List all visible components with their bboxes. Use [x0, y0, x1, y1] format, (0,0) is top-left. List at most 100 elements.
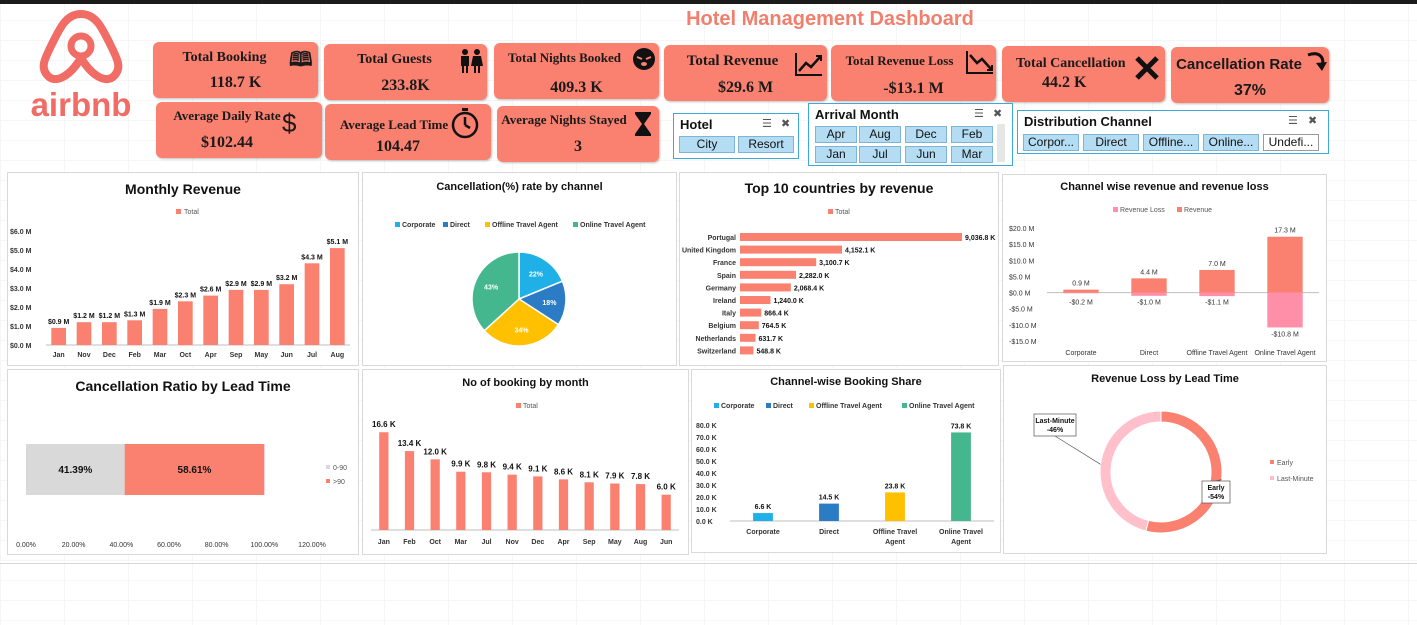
legend-swatch [326, 465, 330, 469]
y-tick-label: 30.0 K [696, 483, 717, 490]
legend-label: Total [184, 209, 199, 216]
x-tick-label: 40.00% [109, 542, 133, 549]
y-tick-label: $4.0 M [10, 267, 32, 274]
bar [635, 484, 646, 530]
x-tick-label: Offline Travel Agent [1187, 350, 1248, 357]
slicer-item-jul[interactable]: Jul [859, 146, 901, 163]
trend-down-icon [966, 51, 993, 74]
slicer-title: Hotel [680, 117, 713, 132]
slicer-hotel[interactable]: Hotel ☰ ✖ City Resort [673, 113, 799, 159]
slicer-item-aug[interactable]: Aug [859, 126, 901, 143]
x-tick-label: Jun [660, 539, 672, 546]
clear-filter-icon[interactable]: ✖ [1308, 114, 1317, 127]
y-tick-label: $0.0 M [1009, 291, 1031, 298]
kpi-value: $102.44 [201, 134, 253, 151]
slicer-item-jan[interactable]: Jan [815, 146, 857, 163]
bar [329, 248, 345, 345]
data-label: 18% [542, 300, 557, 307]
slicer-item-online[interactable]: Online... [1203, 134, 1259, 151]
bar [456, 471, 466, 530]
slicer-distribution-channel[interactable]: Distribution Channel ☰ ✖ Corpor... Direc… [1017, 110, 1329, 154]
clear-filter-icon[interactable]: ✖ [781, 117, 790, 130]
y-tick-label: 10.0 K [696, 507, 717, 514]
y-tick-label: Germany [706, 285, 736, 292]
data-label: $4.3 M [301, 254, 323, 261]
x-tick-label: 80.00% [205, 542, 229, 549]
legend-swatch [1270, 460, 1274, 464]
data-label: -$1.0 M [1137, 300, 1161, 307]
data-label: $2.3 M [175, 292, 197, 299]
x-tick-label: Feb [128, 352, 140, 359]
bar [404, 451, 415, 530]
y-tick-label: Ireland [713, 298, 736, 305]
bar-revenue [1267, 236, 1303, 293]
legend-swatch [176, 209, 181, 214]
bar [740, 346, 754, 355]
bar [481, 472, 492, 530]
data-label: 7.0 M [1208, 261, 1226, 268]
bar [279, 284, 295, 345]
slicer-item-dec[interactable]: Dec [905, 126, 947, 143]
booking-month-plot: Total 16.6 K Jan 13.4 K Feb 12.0 K Oct 9.9 K Mar… [371, 403, 679, 546]
bar [101, 322, 117, 345]
x-tick-label: Jul [307, 352, 317, 359]
slicer-item-undefined[interactable]: Undefi... [1263, 134, 1319, 151]
y-tick-label: -$15.0 M [1009, 339, 1037, 346]
x-tick-label: 0.00% [16, 542, 36, 549]
x-tick-label: Apr [557, 539, 569, 546]
slicer-item-jun[interactable]: Jun [905, 146, 947, 163]
multi-select-icon[interactable]: ☰ [974, 107, 984, 120]
data-label: $1.9 M [149, 300, 171, 307]
data-label: 14.5 K [819, 495, 840, 502]
slicer-item-city[interactable]: City [679, 136, 735, 153]
data-label: 12.0 K [423, 447, 447, 456]
kpi-value: 37% [1233, 82, 1267, 99]
kpi-value: -$13.1 M [883, 80, 944, 97]
multi-select-icon[interactable]: ☰ [762, 117, 772, 130]
legend-swatch [395, 222, 400, 227]
slicer-item-mar[interactable]: Mar [951, 146, 993, 163]
bar [740, 258, 817, 267]
legend-label: Direct [450, 222, 471, 229]
slicer-item-direct[interactable]: Direct [1083, 134, 1139, 151]
y-tick-label: Netherlands [696, 336, 737, 343]
slicer-item-apr[interactable]: Apr [815, 126, 857, 143]
kpi-total-revenue-loss: Total Revenue Loss -$13.1 M [831, 45, 996, 101]
kpi-value: 3 [574, 138, 582, 155]
x-tick-label: Oct [179, 352, 191, 359]
x-tick-label: 100.00% [251, 542, 279, 549]
slicer-item-resort[interactable]: Resort [738, 136, 794, 153]
legend-swatch [714, 403, 719, 408]
kpi-total-booking: Total Booking 118.7 K 🕮 [153, 42, 318, 98]
legend-swatch [516, 403, 521, 408]
y-tick-label: $3.0 M [10, 286, 32, 293]
data-label: 9.4 K [503, 463, 522, 472]
bar [740, 321, 759, 330]
x-tick-label: Apr [205, 352, 217, 359]
sheet-bottom-line [0, 563, 1417, 564]
multi-select-icon[interactable]: ☰ [1288, 114, 1298, 127]
data-label: 41.39% [58, 465, 92, 476]
slicer-arrival-month[interactable]: Arrival Month ☰ ✖ Apr Aug Dec Feb Jan Ju… [808, 103, 1013, 166]
slicer-item-offline[interactable]: Offline... [1143, 134, 1199, 151]
data-label: $0.9 M [48, 319, 70, 326]
data-label: 34% [514, 327, 529, 334]
slicer-item-feb[interactable]: Feb [951, 126, 993, 143]
x-tick-label: Oct [429, 539, 441, 546]
legend-label: Offline Travel Agent [816, 403, 883, 410]
y-tick-label: 60.0 K [696, 447, 717, 454]
chart-top-countries: Top 10 countries by revenue Total Portuga… [679, 172, 999, 366]
x-tick-label: Direct [819, 529, 840, 536]
x-tick-label: Dec [103, 352, 116, 359]
legend-swatch [1270, 476, 1274, 480]
clear-filter-icon[interactable]: ✖ [993, 107, 1002, 120]
legend-label: Offline Travel Agent [492, 222, 559, 229]
legend-label: Total [835, 209, 850, 216]
slicer-item-corporate[interactable]: Corpor... [1023, 134, 1079, 151]
data-label: 6.6 K [755, 504, 772, 511]
people-icon [461, 49, 483, 73]
x-tick-label: Online Travel [939, 529, 983, 536]
data-label: 9,036.8 K [965, 235, 995, 242]
bar [740, 233, 962, 241]
slicer-scrollbar[interactable] [997, 124, 1005, 162]
